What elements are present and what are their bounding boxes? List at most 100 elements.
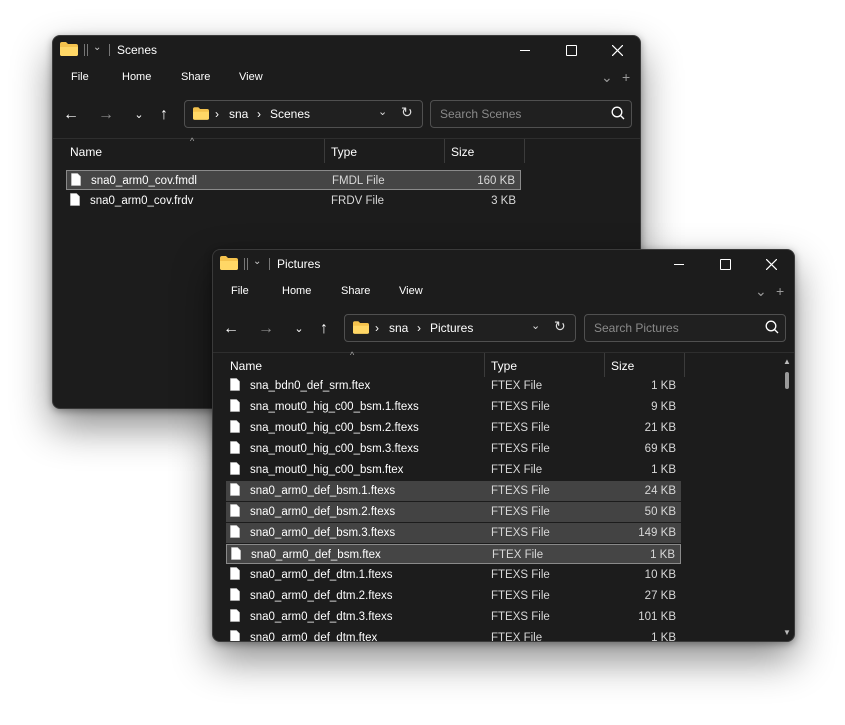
file-name: sna0_arm0_def_bsm.1.ftexs <box>250 485 396 497</box>
file-type: FTEXS File <box>491 485 550 497</box>
column-name[interactable]: Name <box>70 145 102 159</box>
menu-share[interactable]: Share <box>341 285 370 297</box>
recent-locations-chevron-icon[interactable]: ⌄ <box>288 319 310 339</box>
refresh-icon[interactable]: ↻ <box>401 104 413 121</box>
breadcrumb-scenes[interactable]: Scenes <box>270 107 310 121</box>
menu-file[interactable]: File <box>231 285 249 297</box>
file-row[interactable]: sna0_arm0_def_bsm.1.ftexs FTEXS File 24 KB <box>226 481 681 501</box>
close-button[interactable] <box>748 250 794 278</box>
divider <box>109 44 110 56</box>
column-divider[interactable] <box>684 353 685 377</box>
file-type: FTEXS File <box>491 422 550 434</box>
file-list: sna_bdn0_def_srm.ftex FTEX File 1 KB sna_mo… <box>213 376 783 641</box>
file-icon <box>230 378 240 391</box>
new-tab-plus-icon[interactable]: + <box>776 283 784 299</box>
maximize-button[interactable] <box>702 250 748 278</box>
file-icon <box>230 441 240 454</box>
file-type: FTEXS File <box>491 506 550 518</box>
file-row[interactable]: sna0_arm0_def_dtm.3.ftexs FTEXS File 101 K… <box>226 607 681 627</box>
breadcrumb-sna[interactable]: sna <box>229 107 248 121</box>
search-box[interactable]: Search Scenes <box>430 100 632 128</box>
menu-home[interactable]: Home <box>122 71 151 83</box>
close-button[interactable] <box>594 36 640 64</box>
menu-home[interactable]: Home <box>282 285 311 297</box>
file-row[interactable]: sna0_arm0_def_dtm.2.ftexs FTEXS File 27 KB <box>226 586 681 606</box>
scrollbar-thumb[interactable] <box>785 372 789 389</box>
expand-ribbon-chevron-icon[interactable]: ⌄ <box>601 69 613 86</box>
address-bar[interactable]: › sna › Pictures ⌄ ↻ <box>344 314 576 342</box>
file-row[interactable]: sna0_arm0_def_bsm.ftex FTEX File 1 KB <box>226 544 681 564</box>
back-button[interactable]: ← <box>60 105 82 125</box>
column-type[interactable]: Type <box>331 145 357 159</box>
column-type[interactable]: Type <box>491 359 517 373</box>
column-divider[interactable] <box>484 353 485 377</box>
search-box[interactable]: Search Pictures <box>584 314 786 342</box>
refresh-icon[interactable]: ↻ <box>554 318 566 335</box>
address-bar[interactable]: › sna › Scenes ⌄ ↻ <box>184 100 423 128</box>
menu-share[interactable]: Share <box>181 71 210 83</box>
file-row[interactable]: sna_mout0_hig_c00_bsm.ftex FTEX File 1 KB <box>226 460 681 480</box>
title-bar[interactable]: ⌄ Scenes <box>53 36 640 64</box>
menu-view[interactable]: View <box>239 71 263 83</box>
divider <box>84 44 85 56</box>
file-row[interactable]: sna_bdn0_def_srm.ftex FTEX File 1 KB <box>226 376 681 396</box>
file-type: FTEX File <box>491 380 543 392</box>
file-row[interactable]: sna0_arm0_def_dtm.ftex FTEX File 1 KB <box>226 628 681 641</box>
breadcrumb-sna[interactable]: sna <box>389 321 408 335</box>
scroll-up-arrow-icon[interactable]: ▲ <box>783 357 791 366</box>
scroll-down-arrow-icon[interactable]: ▼ <box>783 628 791 637</box>
minimize-button[interactable] <box>656 250 702 278</box>
maximize-button[interactable] <box>548 36 594 64</box>
address-history-chevron-icon[interactable]: ⌄ <box>378 105 387 118</box>
back-button[interactable]: ← <box>220 319 242 339</box>
file-row[interactable]: sna0_arm0_cov.fmdl FMDL File 160 KB <box>66 170 521 190</box>
file-name: sna0_arm0_cov.frdv <box>90 195 194 207</box>
expand-ribbon-chevron-icon[interactable]: ⌄ <box>755 283 767 300</box>
window-title: Scenes <box>117 43 158 57</box>
file-size: 10 KB <box>644 569 676 581</box>
forward-button[interactable]: → <box>255 319 277 339</box>
file-size: 1 KB <box>651 464 676 476</box>
file-row[interactable]: sna_mout0_hig_c00_bsm.1.ftexs FTEXS File 9… <box>226 397 681 417</box>
address-history-chevron-icon[interactable]: ⌄ <box>531 319 540 332</box>
column-size[interactable]: Size <box>611 359 634 373</box>
breadcrumb-pictures[interactable]: Pictures <box>430 321 473 335</box>
file-type: FTEXS File <box>491 443 550 455</box>
file-size: 3 KB <box>491 195 516 207</box>
file-type: FTEX File <box>492 549 544 561</box>
file-icon <box>230 567 240 580</box>
menu-file[interactable]: File <box>71 71 89 83</box>
maximize-icon <box>565 44 577 56</box>
quick-access-chevron-icon[interactable]: ⌄ <box>253 256 261 267</box>
search-input[interactable]: Search Scenes <box>440 107 521 121</box>
up-button[interactable]: ↑ <box>313 319 335 339</box>
search-input[interactable]: Search Pictures <box>594 321 679 335</box>
up-button[interactable]: ↑ <box>153 105 175 125</box>
search-icon[interactable] <box>765 320 779 334</box>
column-divider[interactable] <box>524 139 525 163</box>
minimize-button[interactable] <box>502 36 548 64</box>
title-bar[interactable]: ⌄ Pictures <box>213 250 794 278</box>
ribbon-menu: File Home Share View ⌄ + <box>213 280 794 304</box>
file-row[interactable]: sna0_arm0_def_dtm.1.ftexs FTEXS File 10 KB <box>226 565 681 585</box>
recent-locations-chevron-icon[interactable]: ⌄ <box>128 105 150 125</box>
file-row[interactable]: sna_mout0_hig_c00_bsm.3.ftexs FTEXS File 6… <box>226 439 681 459</box>
column-name[interactable]: Name <box>230 359 262 373</box>
new-tab-plus-icon[interactable]: + <box>622 69 630 85</box>
maximize-icon <box>719 258 731 270</box>
column-divider[interactable] <box>444 139 445 163</box>
file-size: 149 KB <box>638 527 676 539</box>
column-size[interactable]: Size <box>451 145 474 159</box>
menu-view[interactable]: View <box>399 285 423 297</box>
file-row[interactable]: sna0_arm0_cov.frdv FRDV File 3 KB <box>66 191 521 211</box>
navigation-bar: ← → ⌄ ↑ › sna › Scenes ⌄ ↻ Search Scenes <box>53 98 640 132</box>
column-divider[interactable] <box>604 353 605 377</box>
file-row[interactable]: sna0_arm0_def_bsm.2.ftexs FTEXS File 50 KB <box>226 502 681 522</box>
search-icon[interactable] <box>611 106 625 120</box>
column-divider[interactable] <box>324 139 325 163</box>
pictures-window[interactable]: ⌄ Pictures File Home Share View ⌄ + ← → … <box>212 249 795 642</box>
file-row[interactable]: sna_mout0_hig_c00_bsm.2.ftexs FTEXS File 2… <box>226 418 681 438</box>
file-row[interactable]: sna0_arm0_def_bsm.3.ftexs FTEXS File 149 K… <box>226 523 681 543</box>
forward-button[interactable]: → <box>95 105 117 125</box>
quick-access-chevron-icon[interactable]: ⌄ <box>93 42 101 53</box>
